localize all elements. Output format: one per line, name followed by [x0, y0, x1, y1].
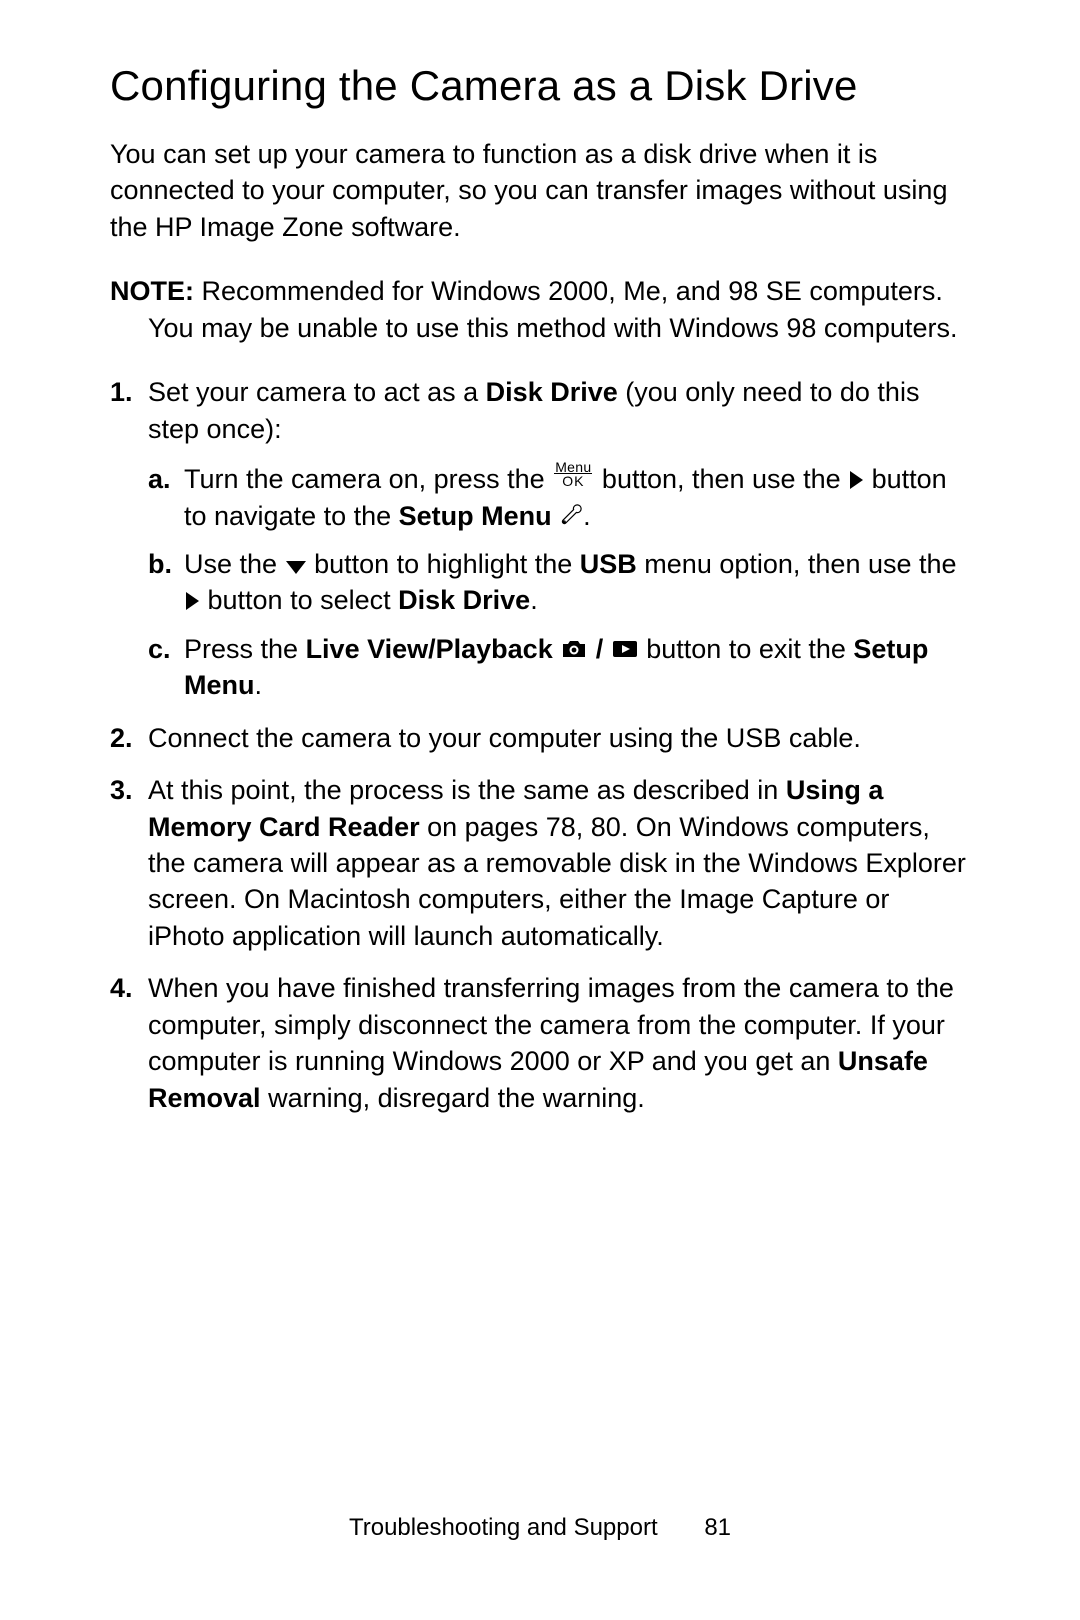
- note-label: NOTE:: [110, 276, 194, 306]
- page-footer: Troubleshooting and Support 81: [0, 1514, 1080, 1542]
- sub-c-t4: .: [255, 670, 263, 700]
- step-1-lead: Set your camera to act as a: [148, 377, 486, 407]
- step-2: Connect the camera to your computer usin…: [110, 720, 972, 756]
- sub-c-bold1: Live View/Playback: [306, 634, 553, 664]
- sub-a-t4: [552, 501, 560, 531]
- step-4: When you have finished transferring imag…: [110, 970, 972, 1116]
- footer-section: Troubleshooting and Support: [349, 1514, 658, 1541]
- sub-c-t3: button to exit the: [639, 634, 854, 664]
- sub-a-t1: Turn the camera on, press the: [184, 464, 552, 494]
- wrench-icon: [559, 503, 583, 527]
- arrow-right-icon: [848, 470, 864, 490]
- step-4-t1: When you have finished transferring imag…: [148, 973, 954, 1076]
- sub-c-t1: Press the: [184, 634, 306, 664]
- sub-b-bold2: Disk Drive: [398, 585, 530, 615]
- page-title: Configuring the Camera as a Disk Drive: [110, 62, 972, 110]
- note-text: Recommended for Windows 2000, Me, and 98…: [148, 276, 957, 342]
- sub-b-t4: button to select: [200, 585, 398, 615]
- menu-ok-icon: MenuOK: [554, 461, 592, 487]
- camera-icon: [560, 638, 588, 660]
- sub-b-t3: menu option, then use the: [637, 549, 957, 579]
- arrow-down-icon: [285, 560, 307, 575]
- substeps-list: Turn the camera on, press the MenuOK but…: [148, 461, 972, 704]
- sub-a-t5: .: [583, 501, 591, 531]
- step-4-t2: warning, disregard the warning.: [261, 1083, 645, 1113]
- sub-b-bold1: USB: [580, 549, 637, 579]
- sub-c-t2: [553, 634, 561, 664]
- sub-b-t2: button to highlight the: [307, 549, 580, 579]
- sub-b-t5: .: [530, 585, 538, 615]
- step-1-bold: Disk Drive: [486, 377, 618, 407]
- substep-b: Use the button to highlight the USB menu…: [148, 546, 972, 619]
- intro-paragraph: You can set up your camera to function a…: [110, 136, 972, 245]
- manual-page: Configuring the Camera as a Disk Drive Y…: [0, 0, 1080, 1620]
- playback-icon: [611, 638, 639, 660]
- substep-c: Press the Live View/Playback / button to…: [148, 631, 972, 704]
- steps-list: Set your camera to act as a Disk Drive (…: [110, 374, 972, 1116]
- footer-page-number: 81: [704, 1514, 731, 1542]
- step-2-text: Connect the camera to your computer usin…: [148, 723, 861, 753]
- step-3-t1: At this point, the process is the same a…: [148, 775, 786, 805]
- sub-a-t2: button, then use the: [594, 464, 848, 494]
- step-3: At this point, the process is the same a…: [110, 772, 972, 954]
- arrow-right-icon: [184, 591, 200, 611]
- sub-b-t1: Use the: [184, 549, 285, 579]
- menu-ok-bottom: OK: [554, 474, 592, 487]
- slash-text: /: [588, 634, 611, 664]
- step-1: Set your camera to act as a Disk Drive (…: [110, 374, 972, 704]
- note-paragraph: NOTE: Recommended for Windows 2000, Me, …: [110, 273, 972, 346]
- substep-a: Turn the camera on, press the MenuOK but…: [148, 461, 972, 534]
- sub-a-bold: Setup Menu: [399, 501, 552, 531]
